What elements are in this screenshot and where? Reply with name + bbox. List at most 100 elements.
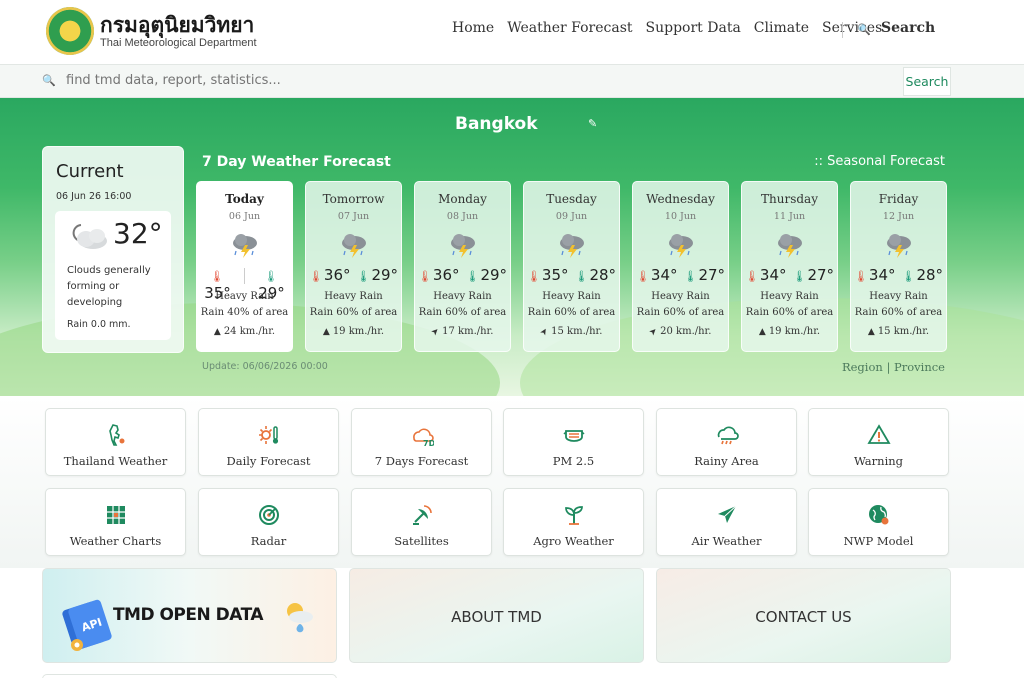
day-date: 12 Jun (882, 211, 915, 222)
wind-speed: 17 km./hr. (442, 326, 494, 337)
selected-city[interactable]: Bangkok (455, 114, 538, 134)
day-date: 10 Jun (664, 211, 697, 222)
link-separator: | (886, 360, 894, 374)
max-temp-value: 34° (650, 266, 678, 284)
forecast-day-card[interactable]: Thursday 11 Jun 🌡34° 🌡27° Heavy Rain Rai… (741, 181, 838, 352)
next-section-edge (42, 674, 337, 678)
seven-days-forecast-button[interactable]: 7D 7 Days Forecast (351, 408, 492, 476)
quick-link-label: Air Weather (691, 534, 762, 548)
day-condition: Heavy Rain (869, 291, 928, 302)
satellite-icon (413, 505, 432, 525)
edit-location-icon[interactable]: ✎ (588, 118, 600, 130)
pm25-button[interactable]: PM 2.5 (503, 408, 644, 476)
forecast-day-card[interactable]: Tomorrow 07 Jun 🌡36° 🌡29° Heavy Rain Rai… (305, 181, 402, 352)
forecast-day-card[interactable]: Monday 08 Jun 🌡36° 🌡29° Heavy Rain Rain … (414, 181, 511, 352)
about-tmd-banner[interactable]: ABOUT TMD (349, 568, 644, 663)
rainy-area-button[interactable]: Rainy Area (656, 408, 797, 476)
day-condition: Heavy Rain (324, 291, 383, 302)
globe-icon (869, 505, 889, 525)
day-date: 07 Jun (337, 211, 370, 222)
thunderstorm-icon (560, 234, 584, 258)
thermometer-cold-icon: 🌡 (792, 270, 807, 283)
day-date: 09 Jun (555, 211, 588, 222)
sprout-icon (565, 506, 583, 525)
thailand-weather-button[interactable]: Thailand Weather (45, 408, 186, 476)
tmd-logo[interactable] (46, 7, 94, 55)
quick-link-label: Weather Charts (69, 534, 162, 548)
nav-weather-forecast[interactable]: Weather Forecast (507, 20, 632, 36)
mask-icon (563, 430, 585, 442)
max-temp: 🌡34° (854, 266, 896, 284)
thermometer-hot-icon: 🌡 (853, 270, 868, 283)
day-date: 08 Jun (446, 211, 479, 222)
nav-search-button[interactable]: Search (881, 20, 935, 36)
min-temp: 🌡28° (902, 266, 944, 284)
day-wind: ➤20 km./hr. (633, 326, 728, 338)
thermometer-cold-icon: 🌡 (574, 270, 589, 283)
sun-cloud-icon (287, 603, 313, 633)
current-description: Clouds generally forming or developing (67, 265, 151, 308)
wind-speed: 19 km./hr. (332, 326, 385, 337)
max-temp: 🌡36° (418, 266, 460, 284)
radar-icon (259, 505, 279, 525)
day-temperatures: 🌡34° 🌡28° (851, 266, 946, 284)
quick-links: Thailand Weather Daily Forecast 7D 7 Day… (0, 396, 1024, 568)
day-date: 06 Jun (228, 211, 261, 222)
nav-services[interactable]: Services (822, 20, 882, 36)
quick-link-label: PM 2.5 (552, 454, 595, 468)
chart-grid-icon (107, 506, 125, 524)
thermometer-cold-icon: 🌡 (356, 270, 371, 283)
radar-button[interactable]: Radar (198, 488, 339, 556)
day-condition: Heavy Rain (215, 291, 274, 302)
site-title-english[interactable]: Thai Meteorological Department (100, 37, 257, 49)
nwp-model-button[interactable]: NWP Model (808, 488, 949, 556)
open-data-banner[interactable]: API TMD OPEN DATA (42, 568, 337, 663)
day-wind: ▲ 19 km./hr. (742, 326, 837, 337)
nav-support-data[interactable]: Support Data (646, 20, 741, 36)
search-icon[interactable]: 🔍 (857, 23, 871, 36)
site-search-button[interactable]: Search (903, 67, 951, 96)
max-temp-value: 35° (541, 266, 569, 284)
current-temperature: 32° (113, 217, 163, 250)
satellites-button[interactable]: Satellites (351, 488, 492, 556)
current-datetime: 06 Jun 26 16:00 (56, 191, 132, 202)
air-weather-button[interactable]: Air Weather (656, 488, 797, 556)
wind-speed: 19 km./hr. (768, 326, 821, 337)
agro-weather-button[interactable]: Agro Weather (503, 488, 644, 556)
day-rain-chance: Rain 60% of area (309, 307, 398, 318)
sun-thermometer-icon (259, 426, 279, 444)
thermometer-cold-icon: 🌡 (683, 270, 698, 283)
forecast-update-time: Update: 06/06/2026 00:00 (202, 361, 328, 372)
site-search-input[interactable] (66, 73, 886, 88)
min-temp-value: 27° (698, 266, 726, 284)
min-temp: 🌡28° (575, 266, 617, 284)
day-wind: ➤17 km./hr. (415, 326, 510, 338)
seasonal-forecast-link[interactable]: :: Seasonal Forecast (814, 154, 945, 169)
forecast-day-card[interactable]: Tuesday 09 Jun 🌡35° 🌡28° Heavy Rain Rain… (523, 181, 620, 352)
forecast-day-card[interactable]: Today 06 Jun 🌡35° 🌡29° Heavy Rain Rain 4… (196, 181, 293, 352)
province-link[interactable]: Province (894, 360, 945, 374)
day-wind: ▲ 15 km./hr. (851, 326, 946, 337)
forecast-day-card[interactable]: Wednesday 10 Jun 🌡34° 🌡27° Heavy Rain Ra… (632, 181, 729, 352)
about-tmd-label: ABOUT TMD (451, 608, 542, 626)
max-temp-value: 34° (759, 266, 787, 284)
forecast-day-card[interactable]: Friday 12 Jun 🌡34° 🌡28° Heavy Rain Rain … (850, 181, 947, 352)
day-name: Tomorrow (322, 192, 385, 206)
region-link[interactable]: Region (842, 360, 883, 374)
wind-direction-icon: ▲ (213, 327, 221, 337)
day-rain-chance: Rain 60% of area (527, 307, 616, 318)
thermometer-hot-icon: 🌡 (526, 270, 541, 283)
day-name: Wednesday (646, 192, 715, 206)
warning-button[interactable]: Warning (808, 408, 949, 476)
weather-charts-button[interactable]: Weather Charts (45, 488, 186, 556)
nav-home[interactable]: Home (452, 20, 494, 36)
min-temp: 🌡29° (357, 266, 399, 284)
thermometer-hot-icon: 🌡 (417, 270, 432, 283)
thermometer-hot-icon: 🌡 (635, 270, 650, 283)
thermometer-cold-icon: 🌡 (264, 270, 278, 283)
nav-climate[interactable]: Climate (754, 20, 809, 36)
contact-us-banner[interactable]: CONTACT US (656, 568, 951, 663)
current-weather-panel: Current 06 Jun 26 16:00 32° Clouds gener… (42, 146, 184, 353)
daily-forecast-button[interactable]: Daily Forecast (198, 408, 339, 476)
thunderstorm-icon (451, 234, 475, 258)
